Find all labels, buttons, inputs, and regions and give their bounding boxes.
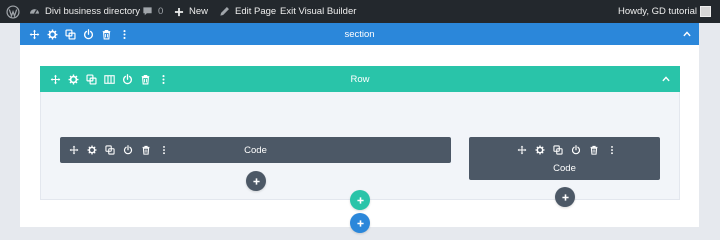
code-module[interactable]: Code [60, 137, 451, 163]
pencil-icon [219, 6, 230, 17]
exit-visual-builder-link[interactable]: Exit Visual Builder [280, 0, 356, 23]
edit-page-link[interactable]: Edit Page [219, 0, 276, 23]
section-label: section [344, 28, 375, 40]
account-greeting: Howdy, GD tutorial [617, 6, 697, 17]
new-label: New [189, 6, 209, 17]
dashboard-gauge-icon [29, 6, 40, 17]
code-module[interactable]: Code [469, 137, 660, 180]
collapse-chevron-up-icon[interactable] [680, 23, 694, 45]
collapse-chevron-up-icon[interactable] [659, 66, 673, 92]
plus-icon [252, 177, 261, 186]
plus-icon [356, 196, 365, 205]
wordpress-logo-icon[interactable] [6, 0, 20, 23]
site-name-menu[interactable]: Divi business directory [29, 0, 140, 23]
add-module-button[interactable] [246, 171, 266, 191]
plus-icon [356, 219, 365, 228]
comments-menu[interactable]: 0 [142, 0, 163, 23]
plus-icon [561, 193, 570, 202]
new-content-menu[interactable]: New [174, 0, 208, 23]
add-module-button[interactable] [555, 187, 575, 207]
section-header-bar[interactable]: section [20, 23, 699, 45]
edit-page-label: Edit Page [235, 6, 277, 17]
avatar [700, 6, 711, 17]
add-section-button[interactable] [350, 213, 370, 233]
row-label: Row [350, 73, 370, 85]
exit-visual-builder-label: Exit Visual Builder [280, 6, 357, 17]
plus-icon [174, 7, 184, 17]
module-label: Code [244, 144, 267, 156]
row-container[interactable]: Row Code Code [40, 66, 680, 207]
section-container[interactable]: section Row Code Code [20, 23, 699, 227]
module-label: Code [553, 162, 576, 174]
account-menu[interactable]: Howdy, GD tutorial [618, 0, 697, 23]
add-row-button[interactable] [350, 190, 370, 210]
comment-bubble-icon [142, 6, 153, 17]
site-name: Divi business directory [45, 6, 141, 17]
comments-count: 0 [158, 6, 164, 17]
row-header-bar[interactable]: Row [40, 66, 680, 92]
account-avatar[interactable] [700, 0, 711, 23]
admin-bar: Divi business directory 0 New Edit Page … [0, 0, 720, 23]
